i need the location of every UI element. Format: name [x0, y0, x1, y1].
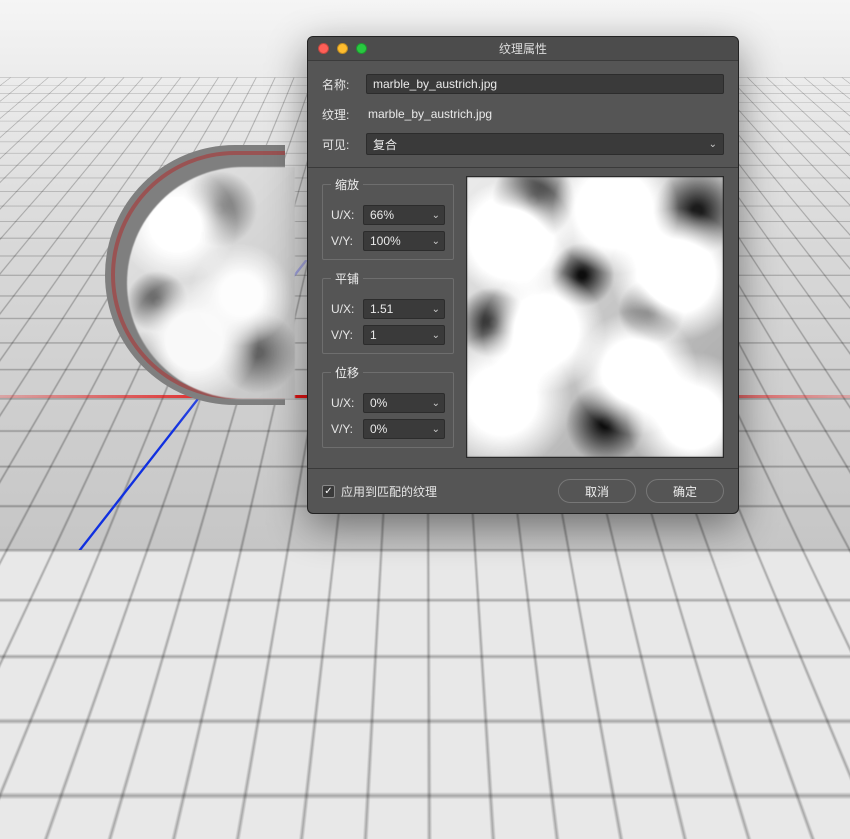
dialog-titlebar[interactable]: 纹理属性 [308, 37, 738, 61]
scale-ux-input[interactable]: 66% ⌄ [363, 205, 445, 225]
half-disc-object[interactable] [105, 145, 305, 420]
scale-vy-label: V/Y: [331, 234, 363, 248]
chevron-down-icon: ⌄ [709, 139, 717, 150]
offset-vy-input[interactable]: 0% ⌄ [363, 419, 445, 439]
tile-ux-label: U/X: [331, 302, 363, 316]
tile-vy-label: V/Y: [331, 328, 363, 342]
cancel-button[interactable]: 取消 [558, 479, 636, 503]
scale-group: 缩放 U/X: 66% ⌄ V/Y: 100% ⌄ [322, 176, 454, 260]
chevron-down-icon: ⌄ [432, 304, 440, 315]
zoom-icon[interactable] [356, 43, 367, 54]
offset-ux-label: U/X: [331, 396, 363, 410]
name-label: 名称: [322, 76, 366, 93]
apply-matching-label: 应用到匹配的纹理 [341, 483, 437, 500]
offset-group: 位移 U/X: 0% ⌄ V/Y: 0% ⌄ [322, 364, 454, 448]
close-icon[interactable] [318, 43, 329, 54]
tile-legend: 平铺 [331, 270, 363, 287]
texture-filename: marble_by_austrich.jpg [366, 107, 724, 121]
visible-select[interactable]: 复合 ⌄ [366, 133, 724, 155]
offset-ux-input[interactable]: 0% ⌄ [363, 393, 445, 413]
texture-properties-dialog: 纹理属性 名称: 纹理: marble_by_austrich.jpg 可见: … [307, 36, 739, 514]
tile-vy-input[interactable]: 1 ⌄ [363, 325, 445, 345]
tile-ux-input[interactable]: 1.51 ⌄ [363, 299, 445, 319]
chevron-down-icon: ⌄ [432, 236, 440, 247]
visible-value: 复合 [373, 136, 397, 153]
checkbox-icon: ✓ [322, 485, 335, 498]
chevron-down-icon: ⌄ [432, 424, 440, 435]
scale-legend: 缩放 [331, 176, 363, 193]
scale-vy-input[interactable]: 100% ⌄ [363, 231, 445, 251]
tile-group: 平铺 U/X: 1.51 ⌄ V/Y: 1 ⌄ [322, 270, 454, 354]
texture-preview [466, 176, 724, 458]
offset-vy-label: V/Y: [331, 422, 363, 436]
offset-legend: 位移 [331, 364, 363, 381]
minimize-icon[interactable] [337, 43, 348, 54]
name-input[interactable] [366, 74, 724, 94]
dialog-title: 纹理属性 [308, 40, 738, 57]
scale-ux-label: U/X: [331, 208, 363, 222]
apply-matching-checkbox[interactable]: ✓ 应用到匹配的纹理 [322, 483, 558, 500]
visible-label: 可见: [322, 136, 366, 153]
ok-button[interactable]: 确定 [646, 479, 724, 503]
chevron-down-icon: ⌄ [432, 398, 440, 409]
chevron-down-icon: ⌄ [432, 330, 440, 341]
texture-label: 纹理: [322, 106, 366, 123]
chevron-down-icon: ⌄ [432, 210, 440, 221]
marble-preview-image [467, 177, 723, 457]
